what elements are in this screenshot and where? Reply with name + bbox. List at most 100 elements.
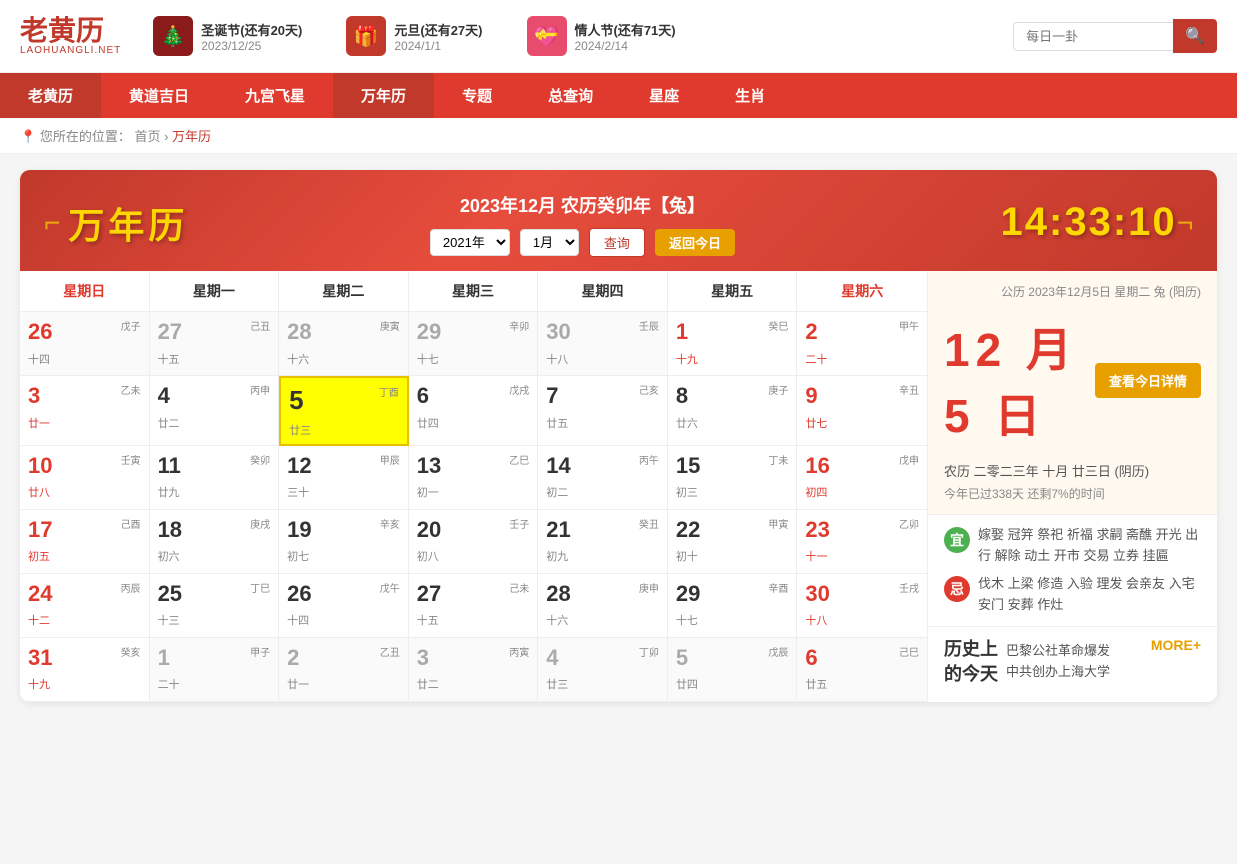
day-stem: 甲辰 [380,452,400,467]
calendar-cell[interactable]: 丙午 14 初二 [538,446,668,510]
calendar-cell[interactable]: 乙未 3 廿一 [20,376,150,446]
nav-zhuanti[interactable]: 专题 [434,73,520,118]
day-stem: 戊子 [121,318,141,333]
day-stem: 己亥 [639,382,659,397]
nav-xingzuo[interactable]: 星座 [621,73,707,118]
history-item-1: 巴黎公社革命爆发 [1006,641,1110,662]
calendar-cell[interactable]: 丁卯 4 廿三 [538,638,668,702]
nav-chaxun[interactable]: 总查询 [520,73,621,118]
search-area: 🔍 [1013,19,1217,53]
day-lunar: 十二 [28,612,141,628]
calendar-cell[interactable]: 癸巳 1 十九 [668,312,798,376]
detail-button[interactable]: 查看今日详情 [1095,363,1201,398]
calendar-cell[interactable]: 甲子 1 二十 [150,638,280,702]
day-stem: 庚戌 [250,516,270,531]
day-lunar: 廿三 [546,676,659,692]
holiday-christmas[interactable]: 🎄 圣诞节(还有20天) 2023/12/25 [141,10,314,62]
calendar-cell[interactable]: 甲辰 12 三十 [279,446,409,510]
calendar-cell[interactable]: 壬子 20 初八 [409,510,539,574]
calendar-cell[interactable]: 辛卯 29 十七 [409,312,539,376]
calendar-cell[interactable]: 辛丑 9 廿七 [797,376,927,446]
calendar-cell[interactable]: 戊午 26 十四 [279,574,409,638]
calendar-cell[interactable]: 壬寅 10 廿八 [20,446,150,510]
calendar-cell[interactable]: 癸亥 31 十九 [20,638,150,702]
day-stem: 甲午 [899,318,919,333]
calendar-cell[interactable]: 丁巳 25 十三 [150,574,280,638]
calendar-cell[interactable]: 癸丑 21 初九 [538,510,668,574]
calendar-cell[interactable]: 辛亥 19 初七 [279,510,409,574]
year-progress: 今年已过338天 还剩7%的时间 [944,485,1201,502]
day-stem: 甲寅 [768,516,788,531]
calendar-cell[interactable]: 己酉 17 初五 [20,510,150,574]
weekday-fri: 星期五 [668,271,798,311]
calendar-cell[interactable]: 己亥 7 廿五 [538,376,668,446]
breadcrumb: 📍 您所在的位置： 首页 › 万年历 [0,118,1237,154]
calendar-cell[interactable]: 己未 27 十五 [409,574,539,638]
day-stem: 壬辰 [639,318,659,333]
day-lunar: 二十 [158,676,271,692]
calendar-cell[interactable]: 丙寅 3 廿二 [409,638,539,702]
calendar-cell[interactable]: 戊申 16 初四 [797,446,927,510]
day-stem: 壬戌 [899,580,919,595]
calendar-cell[interactable]: 壬戌 30 十八 [797,574,927,638]
calendar-cell[interactable]: 乙巳 13 初一 [409,446,539,510]
calendar-center-controls: 2023年12月 农历癸卯年【兔】 2021年 1月 查询 返回今日 [188,188,976,257]
calendar-cell[interactable]: 己丑 27 十五 [150,312,280,376]
calendar-cell[interactable]: 庚戌 18 初六 [150,510,280,574]
holiday-newyear[interactable]: 🎁 元旦(还有27天) 2024/1/1 [334,10,494,62]
calendar-cell[interactable]: 庚申 28 十六 [538,574,668,638]
newyear-icon: 🎁 [346,16,386,56]
calendar-cell[interactable]: 丁未 15 初三 [668,446,798,510]
left-corner-decoration: ⌐ [44,207,60,239]
day-stem: 戊申 [899,452,919,467]
today-button[interactable]: 返回今日 [655,229,735,256]
calendar-cell[interactable]: 乙丑 2 廿一 [279,638,409,702]
breadcrumb-sep: › [164,129,172,144]
nav-wannianli[interactable]: 万年历 [333,73,434,118]
calendar-cell[interactable]: 己巳 6 廿五 [797,638,927,702]
nav-shengxiao[interactable]: 生肖 [707,73,793,118]
today-info-panel: 公历 2023年12月5日 星期二 兔 (阳历) 12 月 5 日 查看今日详情… [928,271,1217,515]
calendar-cell[interactable]: 丙申 4 廿二 [150,376,280,446]
calendar-cell[interactable]: 甲寅 22 初十 [668,510,798,574]
calendar-grid: 星期日 星期一 星期二 星期三 星期四 星期五 星期六 戊子 26 十四 己丑 … [20,271,927,702]
day-lunar: 廿三 [289,422,399,438]
query-button[interactable]: 查询 [589,228,645,257]
search-button[interactable]: 🔍 [1173,19,1217,53]
calendar-cell[interactable]: 癸卯 11 廿九 [150,446,280,510]
calendar-cell[interactable]: 庚子 8 廿六 [668,376,798,446]
year-select[interactable]: 2021年 [430,229,510,256]
day-stem: 己酉 [121,516,141,531]
calendar-cell[interactable]: 丁酉 5 廿三 [279,376,409,446]
calendar-cell[interactable]: 戊子 26 十四 [20,312,150,376]
history-more-button[interactable]: MORE+ [1151,637,1201,653]
day-lunar: 十五 [417,612,530,628]
nav-huangdao[interactable]: 黄道吉日 [101,73,217,118]
calendar-cell[interactable]: 戊辰 5 廿四 [668,638,798,702]
calendar-cell[interactable]: 庚寅 28 十六 [279,312,409,376]
calendar-cell[interactable]: 丙辰 24 十二 [20,574,150,638]
day-lunar: 廿五 [546,415,659,431]
holiday-valentine[interactable]: 💝 情人节(还有71天) 2024/2/14 [515,10,688,62]
day-lunar: 廿六 [676,415,789,431]
day-lunar: 十六 [287,351,400,367]
nav-laohualili[interactable]: 老黄历 [0,73,101,118]
calendar-cell[interactable]: 壬辰 30 十八 [538,312,668,376]
big-date-display: 12 月 5 日 [944,314,1095,446]
day-stem: 丁未 [768,452,788,467]
lunar-info: 农历 二零二三年 十月 廿三日 (阴历) [944,454,1201,485]
weekday-header: 星期日 星期一 星期二 星期三 星期四 星期五 星期六 [20,271,927,312]
calendar-cell[interactable]: 甲午 2 二十 [797,312,927,376]
calendar-cell[interactable]: 乙卯 23 十一 [797,510,927,574]
day-lunar: 初九 [546,548,659,564]
day-stem: 己丑 [250,318,270,333]
current-time: 14:33:10 [1001,200,1177,245]
calendar-cell[interactable]: 戊戌 6 廿四 [409,376,539,446]
month-select[interactable]: 1月 [520,229,579,256]
nav-jiugong[interactable]: 九宫飞星 [217,73,333,118]
calendar-cell[interactable]: 辛酉 29 十七 [668,574,798,638]
breadcrumb-home[interactable]: 首页 [134,129,160,144]
day-stem: 戊辰 [768,644,788,659]
search-input[interactable] [1013,22,1173,51]
day-lunar: 十八 [546,351,659,367]
